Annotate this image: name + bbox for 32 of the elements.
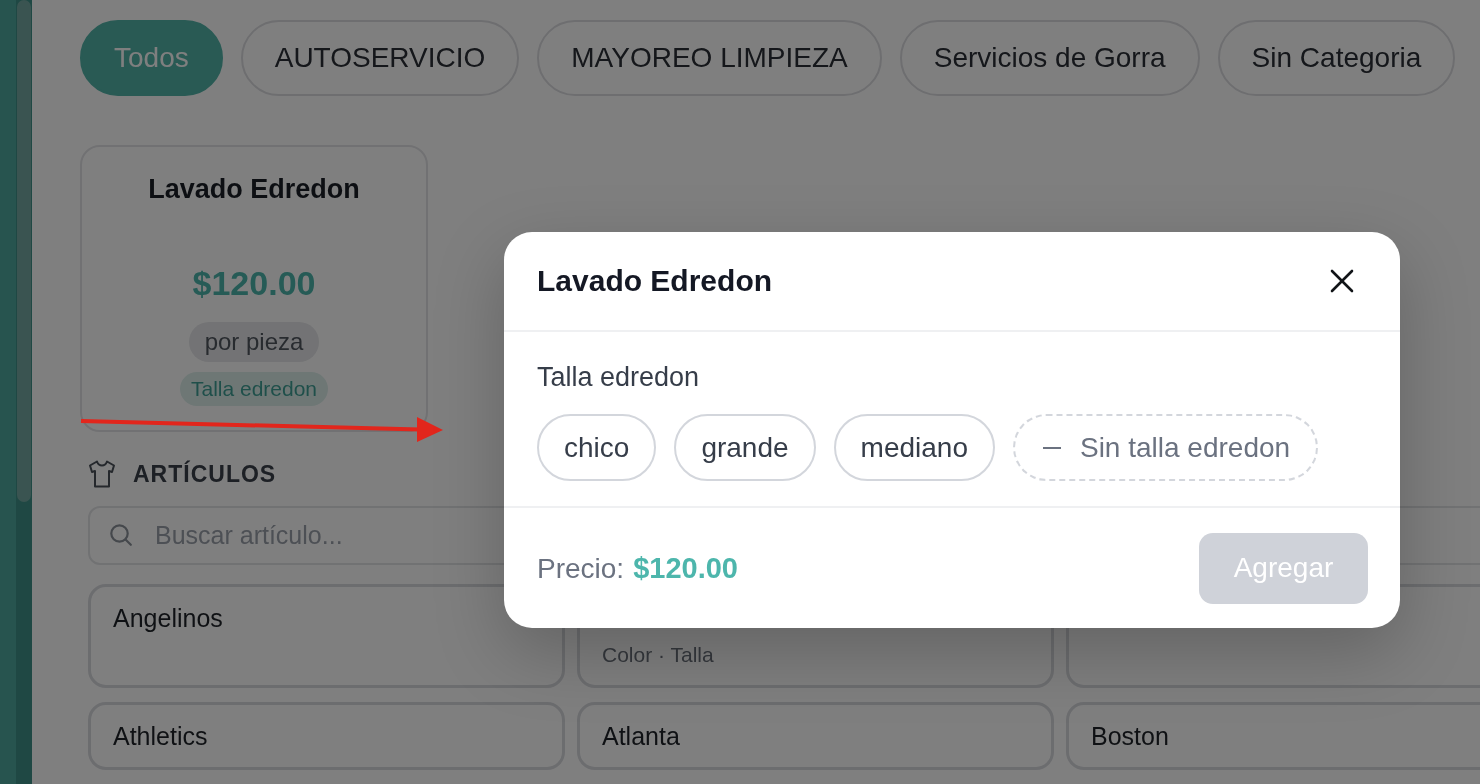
close-icon [1330,269,1354,293]
article-name: Athletics [113,722,208,750]
article-card[interactable]: Boston [1066,702,1480,770]
minus-icon [1042,446,1061,449]
article-name: Angelinos [113,604,223,632]
option-chip[interactable]: mediano [833,414,995,481]
option-chip[interactable]: chico [537,414,657,481]
price-label: Precio: [537,552,625,584]
search-icon [110,524,132,546]
shirt-icon [88,460,116,488]
article-name: Boston [1091,722,1169,750]
article-card[interactable]: Atlanta [577,702,1054,770]
scrollbar-thumb[interactable] [17,0,31,502]
category-tab[interactable]: Servicios de Gorra [899,20,1200,96]
price-value: $120.00 [633,551,738,584]
dialog-title: Lavado Edredon [537,264,773,298]
product-card[interactable]: Lavado Edredon $120.00 por pieza Talla edredon [80,145,428,432]
option-chip[interactable]: grande [674,414,816,481]
product-price: $120.00 [192,263,316,304]
category-tab[interactable]: AUTOSERVICIO [240,20,520,96]
article-name: Atlanta [602,722,680,750]
article-card[interactable]: Athletics [88,702,565,770]
option-chip[interactable]: Sin talla edredon [1012,414,1319,481]
product-title: Lavado Edredon [148,173,360,206]
unit-tag: por pieza [188,322,320,362]
article-details: Color · Talla [602,642,715,668]
category-tab[interactable]: MAYOREO LIMPIEZA [537,20,882,96]
category-tab[interactable]: Sin Categoria [1217,20,1456,96]
section-heading: ARTÍCULOS [133,460,277,488]
variant-tag: Talla edredon [179,372,329,406]
close-button[interactable] [1330,269,1354,293]
option-group-label: Talla edredon [537,362,701,392]
